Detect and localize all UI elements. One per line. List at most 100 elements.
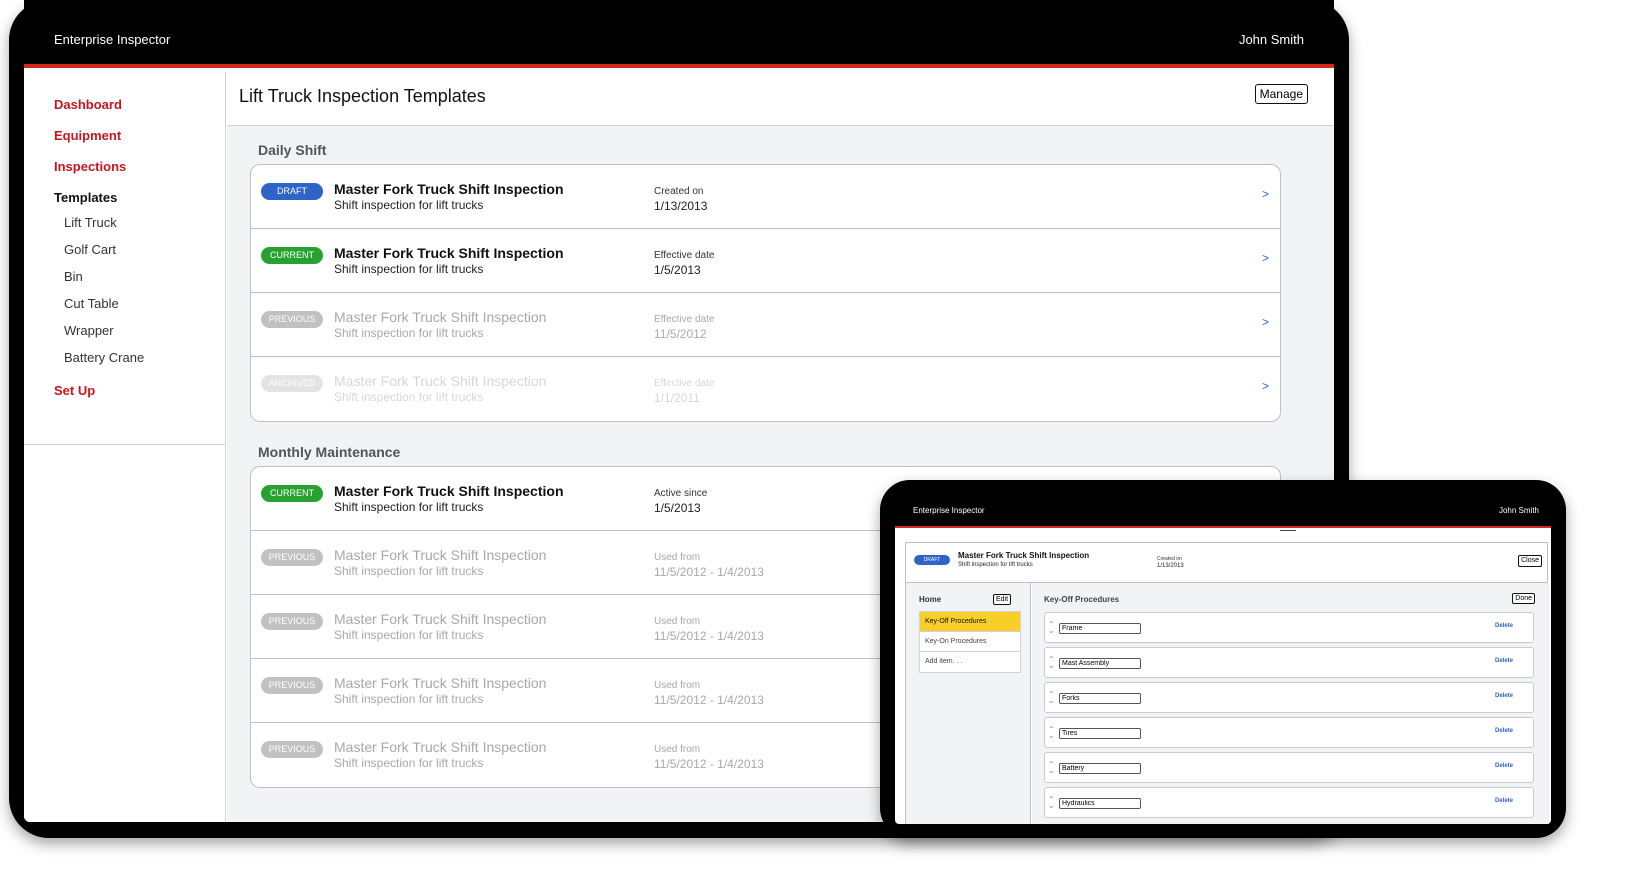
list-item: ⌃⌄ Delete — [1044, 787, 1534, 818]
list-item: ⌃⌄ Delete — [1044, 752, 1534, 783]
template-name: Master Fork Truck Shift Inspection — [334, 675, 547, 691]
procedure-name-input[interactable] — [1059, 798, 1141, 809]
nav-template-golf-cart[interactable]: Golf Cart — [64, 242, 116, 257]
date-label: Used from — [654, 616, 701, 627]
page-title: Lift Truck Inspection Templates — [239, 86, 486, 106]
template-row[interactable]: CURRENT Master Fork Truck Shift Inspecti… — [251, 229, 1280, 293]
list-item: ⌃⌄ Delete — [1044, 682, 1534, 713]
reorder-icon[interactable]: ⌃ ⌄ — [1048, 691, 1055, 705]
template-description: Shift inspection for lift trucks — [334, 500, 484, 514]
list-item: ⌃⌄ Delete — [1044, 612, 1534, 643]
template-name: Master Fork Truck Shift Inspection — [334, 309, 547, 325]
date-value: 1/5/2013 — [654, 263, 701, 277]
edit-button[interactable]: Edit — [993, 594, 1012, 605]
close-button[interactable]: Close — [1518, 555, 1542, 567]
nav-template-wrapper[interactable]: Wrapper — [64, 323, 114, 338]
date-label: Effective date — [654, 314, 715, 325]
template-description: Shift inspection for lift trucks — [334, 326, 484, 340]
date-value: 11/5/2012 - 1/4/2013 — [654, 757, 764, 771]
section-title-monthly-maintenance: Monthly Maintenance — [258, 444, 401, 460]
template-name: Master Fork Truck Shift Inspection — [334, 739, 547, 755]
tablet-frame: Enterprise Inspector John Smith DRAFT Ma… — [880, 480, 1566, 838]
status-badge: CURRENT — [261, 247, 323, 264]
delete-button[interactable]: Delete — [1495, 763, 1513, 769]
template-name: Master Fork Truck Shift Inspection — [334, 181, 564, 197]
procedure-name-input[interactable] — [1059, 658, 1141, 669]
date-label: Effective date — [654, 378, 715, 389]
add-item-button[interactable]: Add item. . . — [920, 652, 1020, 672]
tablet-screen: Enterprise Inspector John Smith DRAFT Ma… — [895, 480, 1551, 824]
chevron-right-icon[interactable]: > — [1262, 187, 1269, 201]
date-label: Created on — [1157, 556, 1182, 562]
template-description: Shift inspection for lift trucks — [958, 562, 1033, 568]
user-menu[interactable]: John Smith — [1499, 506, 1539, 515]
manage-button[interactable]: Manage — [1254, 84, 1308, 104]
chevron-right-icon[interactable]: > — [1262, 379, 1269, 393]
delete-button[interactable]: Delete — [1495, 728, 1513, 734]
list-item[interactable]: Key-On Procedures — [920, 632, 1020, 652]
delete-button[interactable]: Delete — [1495, 623, 1513, 629]
app-title: Enterprise Inspector — [913, 506, 985, 515]
date-value: 11/5/2012 - 1/4/2013 — [654, 565, 764, 579]
nav-template-bin[interactable]: Bin — [64, 269, 83, 284]
nav-template-cut-table[interactable]: Cut Table — [64, 296, 119, 311]
reorder-icon[interactable]: ⌃ ⌄ — [1048, 726, 1055, 740]
chevron-right-icon[interactable]: > — [1262, 251, 1269, 265]
section-title-daily-shift: Daily Shift — [258, 142, 327, 158]
status-badge: CURRENT — [261, 485, 323, 502]
nav-template-lift-truck[interactable]: Lift Truck — [64, 215, 117, 230]
status-badge: PREVIOUS — [261, 677, 323, 694]
template-row[interactable]: PREVIOUS Master Fork Truck Shift Inspect… — [251, 293, 1280, 357]
date-label: Used from — [654, 552, 701, 563]
template-name: Master Fork Truck Shift Inspection — [334, 547, 547, 563]
top-bar: Enterprise Inspector John Smith — [895, 480, 1551, 528]
status-badge: PREVIOUS — [261, 613, 323, 630]
nav-templates[interactable]: Templates — [54, 190, 117, 205]
date-value: 11/5/2012 — [654, 327, 707, 341]
nav-template-battery-crane[interactable]: Battery Crane — [64, 350, 144, 365]
template-name: Master Fork Truck Shift Inspection — [334, 245, 564, 261]
nav-dashboard[interactable]: Dashboard — [54, 97, 122, 112]
procedure-name-input[interactable] — [1059, 763, 1141, 774]
panel-title: Home — [919, 595, 942, 604]
template-description: Shift inspection for lift trucks — [334, 198, 484, 212]
procedure-name-input[interactable] — [1059, 693, 1141, 704]
reorder-icon[interactable]: ⌃ ⌄ — [1048, 796, 1055, 810]
nav-inspections[interactable]: Inspections — [54, 159, 126, 174]
user-menu[interactable]: John Smith — [1239, 32, 1304, 47]
section-list-panel: Home Edit Key-Off Procedures Key-On Proc… — [906, 583, 1031, 824]
status-badge: ARCHIVED — [261, 375, 323, 392]
list-item: ⌃⌄ Delete — [1044, 717, 1534, 748]
chevron-right-icon[interactable]: > — [1262, 315, 1269, 329]
top-bar: Enterprise Inspector John Smith — [24, 0, 1334, 68]
list-item[interactable]: Key-Off Procedures — [920, 612, 1020, 632]
delete-button[interactable]: Delete — [1495, 658, 1513, 664]
template-description: Shift inspection for lift trucks — [334, 628, 484, 642]
template-editor-header: DRAFT Master Fork Truck Shift Inspection… — [906, 543, 1547, 583]
reorder-icon[interactable]: ⌃ ⌄ — [1048, 621, 1055, 635]
procedure-name-input[interactable] — [1059, 623, 1141, 634]
app-title: Enterprise Inspector — [54, 32, 171, 47]
nav-equipment[interactable]: Equipment — [54, 128, 121, 143]
sidebar-divider — [24, 444, 226, 445]
done-button[interactable]: Done — [1512, 593, 1535, 604]
status-badge: DRAFT — [261, 183, 323, 200]
reorder-icon[interactable]: ⌃ ⌄ — [1048, 656, 1055, 670]
page-header: Lift Truck Inspection Templates Manage — [227, 72, 1334, 126]
template-description: Shift inspection for lift trucks — [334, 756, 484, 770]
delete-button[interactable]: Delete — [1495, 693, 1513, 699]
daily-shift-card: DRAFT Master Fork Truck Shift Inspection… — [250, 164, 1281, 422]
date-value: 11/5/2012 - 1/4/2013 — [654, 629, 764, 643]
template-row[interactable]: DRAFT Master Fork Truck Shift Inspection… — [251, 165, 1280, 229]
date-label: Used from — [654, 680, 701, 691]
delete-button[interactable]: Delete — [1495, 798, 1513, 804]
date-value: 1/5/2013 — [654, 501, 701, 515]
date-label: Active since — [654, 488, 708, 499]
procedure-name-input[interactable] — [1059, 728, 1141, 739]
drag-indicator — [1280, 530, 1296, 531]
reorder-icon[interactable]: ⌃ ⌄ — [1048, 761, 1055, 775]
date-value: 1/13/2013 — [1157, 563, 1184, 569]
nav-set-up[interactable]: Set Up — [54, 383, 95, 398]
template-description: Shift inspection for lift trucks — [334, 390, 484, 404]
template-row[interactable]: ARCHIVED Master Fork Truck Shift Inspect… — [251, 357, 1280, 421]
